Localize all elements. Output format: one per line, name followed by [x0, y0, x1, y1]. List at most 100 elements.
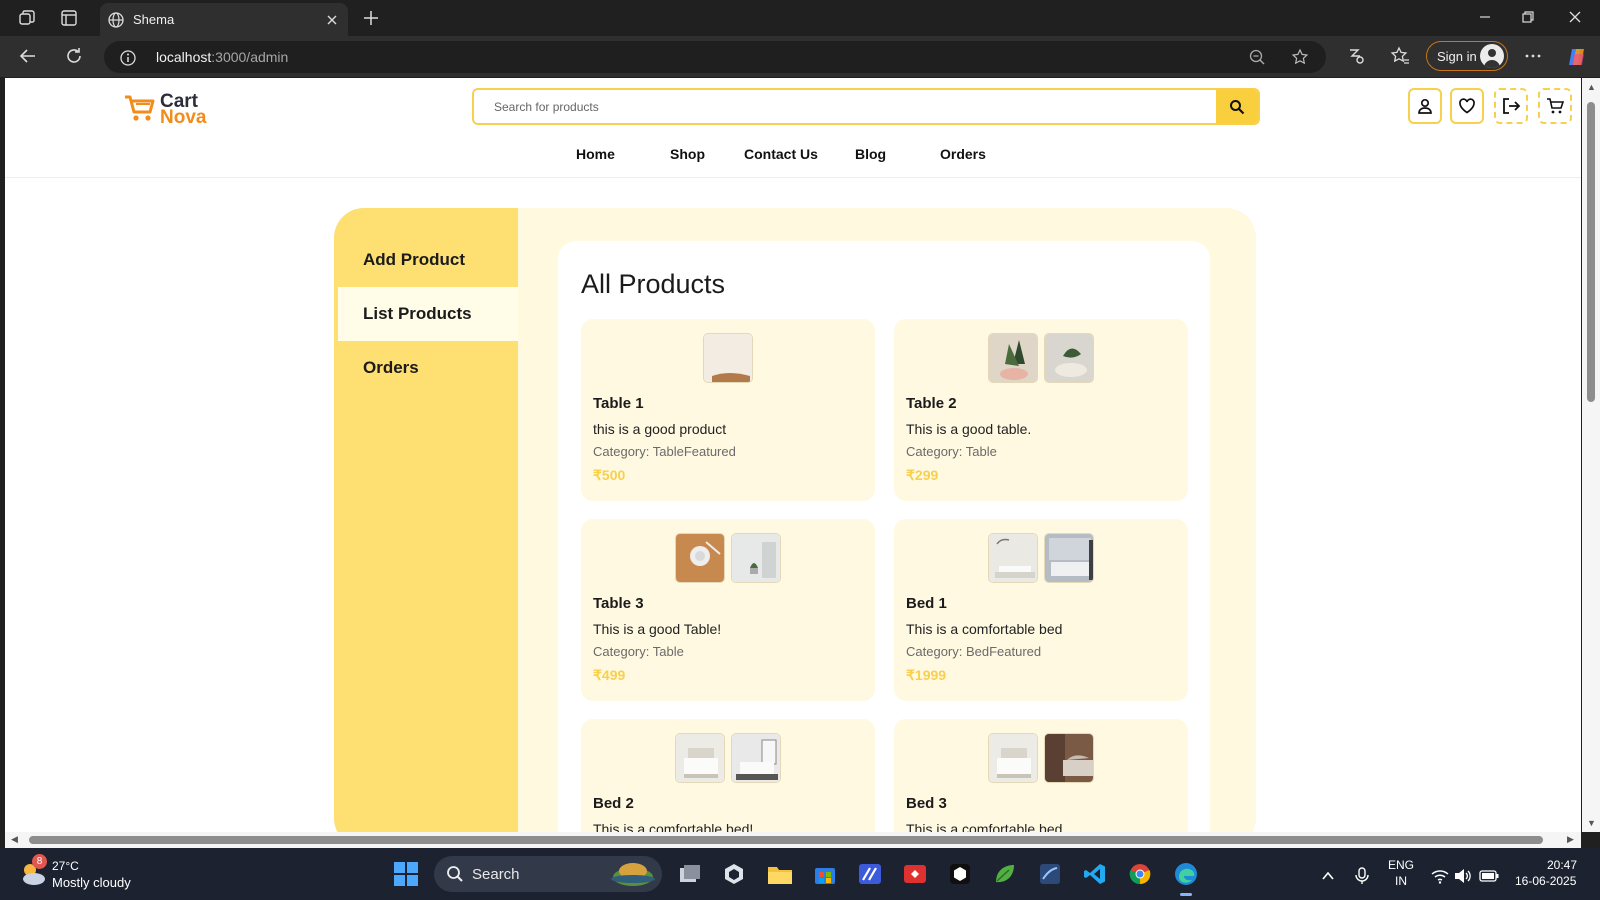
battery-icon[interactable] [1473, 860, 1505, 892]
product-card[interactable]: Table 3 This is a good Table! Category: … [581, 519, 875, 701]
search-highlight-icon [610, 859, 656, 894]
account-button[interactable] [1408, 88, 1442, 124]
taskbar-search[interactable]: Search [434, 856, 662, 892]
scroll-down-icon[interactable]: ▼ [1587, 818, 1596, 828]
weather-description: Mostly cloudy [52, 875, 131, 890]
product-card[interactable]: Table 2 This is a good table. Category: … [894, 319, 1188, 501]
product-description: This is a comfortable bed [906, 821, 1063, 832]
back-icon[interactable] [18, 46, 38, 71]
sign-in-button[interactable]: Sign in [1426, 41, 1508, 71]
app-icon[interactable] [854, 858, 886, 890]
product-price: ₹299 [906, 467, 939, 483]
scroll-up-icon[interactable]: ▲ [1587, 82, 1596, 92]
sidebar-item-orders[interactable]: Orders [334, 341, 518, 395]
close-window-icon[interactable] [1568, 10, 1582, 29]
copilot-icon[interactable] [1566, 46, 1588, 73]
logout-button[interactable] [1494, 88, 1528, 124]
product-thumbnails [894, 733, 1188, 783]
horizontal-scroll-thumb[interactable] [29, 836, 1543, 844]
horizontal-scrollbar[interactable]: ◀ ▶ [5, 832, 1581, 848]
favorite-star-icon[interactable] [1291, 48, 1309, 71]
zoom-out-icon[interactable] [1248, 48, 1266, 71]
product-name: Bed 2 [593, 795, 634, 812]
app-icon[interactable] [718, 858, 750, 890]
app-icon[interactable] [989, 858, 1021, 890]
product-card[interactable]: Table 1 this is a good product Category:… [581, 319, 875, 501]
product-card[interactable]: Bed 2 This is a comfortable bed! [581, 719, 875, 832]
product-card[interactable]: Bed 3 This is a comfortable bed [894, 719, 1188, 832]
language-indicator[interactable]: ENG [1388, 858, 1414, 872]
product-image [988, 733, 1038, 783]
microsoft-store-icon[interactable] [809, 858, 841, 890]
search-button[interactable] [1216, 90, 1258, 123]
windows-start-icon[interactable] [394, 862, 418, 891]
nav-blog[interactable]: Blog [855, 146, 886, 162]
clock-time[interactable]: 20:47 [1547, 858, 1577, 872]
wishlist-button[interactable] [1450, 88, 1484, 124]
product-price: ₹1999 [906, 667, 947, 683]
app-icon[interactable] [899, 858, 931, 890]
product-category: Category: Table [593, 644, 684, 659]
restore-icon[interactable] [1521, 10, 1535, 29]
sidebar-item-label: List Products [363, 304, 472, 323]
product-card[interactable]: Bed 1 This is a comfortable bed Category… [894, 519, 1188, 701]
nav-shop[interactable]: Shop [670, 146, 705, 162]
browser-tab-bar: Shema [0, 0, 1600, 36]
more-options-icon[interactable] [1523, 46, 1543, 71]
app-icon[interactable] [1034, 858, 1066, 890]
taskbar-search-label: Search [472, 866, 520, 883]
nav-home[interactable]: Home [576, 146, 615, 162]
minimize-icon[interactable] [1478, 10, 1492, 29]
cart-button[interactable] [1538, 88, 1572, 124]
product-category: Category: Table [906, 444, 997, 459]
product-name: Bed 3 [906, 795, 947, 812]
product-name: Table 2 [906, 395, 957, 412]
sidebar-item-list-products[interactable]: List Products [338, 287, 518, 341]
site-info-icon[interactable] [119, 49, 137, 72]
address-bar[interactable]: localhost:3000/admin [104, 41, 1326, 73]
nav-orders[interactable]: Orders [940, 146, 986, 162]
product-description: this is a good product [593, 421, 727, 437]
weather-widget[interactable]: 8 27°C Mostly cloudy [18, 854, 138, 892]
refresh-icon[interactable] [64, 46, 84, 71]
sidebar-item-label: Orders [363, 358, 419, 377]
microphone-icon[interactable] [1346, 860, 1378, 892]
tab-actions-icon[interactable] [59, 8, 79, 28]
sidebar-item-add-product[interactable]: Add Product [334, 233, 518, 287]
task-view-icon[interactable] [674, 858, 706, 890]
workspaces-icon[interactable] [17, 8, 37, 28]
product-image [988, 533, 1038, 583]
scroll-right-icon[interactable]: ▶ [1567, 834, 1574, 845]
product-description: This is a comfortable bed! [593, 821, 754, 832]
cart-logo-icon [123, 91, 157, 130]
vertical-scroll-thumb[interactable] [1587, 102, 1595, 402]
product-image [675, 733, 725, 783]
product-description: This is a good Table! [593, 621, 722, 637]
browser-essentials-icon[interactable] [1346, 46, 1366, 71]
url-path: :3000/admin [211, 49, 289, 65]
heart-icon [1459, 98, 1475, 114]
windows-taskbar: 8 27°C Mostly cloudy Search ENG IN 20:47… [0, 848, 1600, 900]
favorites-icon[interactable] [1390, 46, 1410, 71]
show-hidden-icons-icon[interactable] [1312, 860, 1344, 892]
product-thumbnails [581, 533, 875, 583]
search-input[interactable] [474, 90, 1220, 123]
product-image [703, 333, 753, 383]
product-description: This is a good table. [906, 421, 1032, 437]
vertical-scrollbar[interactable]: ▲ ▼ [1582, 78, 1600, 832]
file-explorer-icon[interactable] [764, 858, 796, 890]
product-image [988, 333, 1038, 383]
products-content: All Products Table 1 this is a good prod… [558, 241, 1210, 832]
scroll-left-icon[interactable]: ◀ [11, 834, 18, 845]
chrome-icon[interactable] [1124, 858, 1156, 890]
new-tab-icon[interactable] [361, 8, 381, 33]
close-tab-icon[interactable] [326, 13, 338, 31]
nav-contact-us[interactable]: Contact Us [744, 146, 818, 162]
cartnova-logo[interactable]: Cart Nova [123, 91, 213, 127]
active-tab[interactable]: Shema [100, 3, 348, 36]
edge-icon[interactable] [1170, 858, 1202, 896]
region-indicator: IN [1395, 874, 1407, 888]
vscode-icon[interactable] [1079, 858, 1111, 890]
app-icon[interactable] [944, 858, 976, 890]
product-image [1044, 733, 1094, 783]
